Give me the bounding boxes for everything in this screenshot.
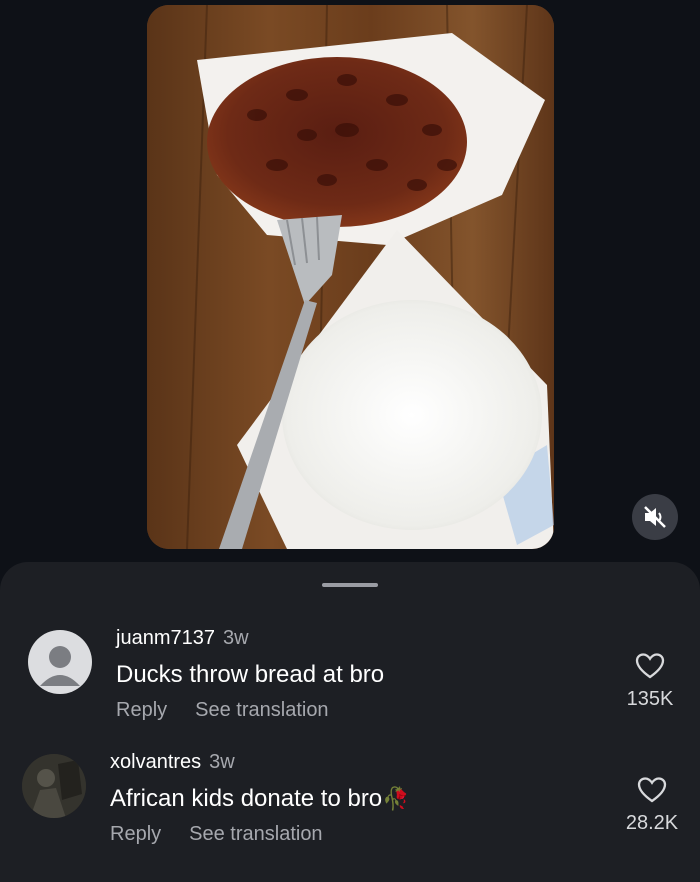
reply-button[interactable]: Reply xyxy=(110,823,161,845)
heart-icon xyxy=(637,777,667,803)
comment-username[interactable]: xolvantres xyxy=(110,751,201,773)
wilted-rose-emoji: 🥀 xyxy=(382,786,410,811)
drag-handle[interactable] xyxy=(322,583,378,587)
like-button[interactable]: 28.2K xyxy=(617,776,687,835)
mute-button[interactable] xyxy=(632,494,678,540)
default-avatar-icon[interactable] xyxy=(28,630,92,694)
comment-username[interactable]: juanm7137 xyxy=(116,627,215,649)
reply-button[interactable]: Reply xyxy=(116,699,167,721)
like-count: 28.2K xyxy=(625,812,679,834)
comment-text: African kids donate to bro xyxy=(110,785,383,812)
like-button[interactable]: 135K xyxy=(615,652,685,711)
heart-icon xyxy=(635,653,665,679)
food-photo xyxy=(147,5,554,549)
comment-time: 3w xyxy=(222,627,249,649)
video-thumbnail[interactable] xyxy=(147,5,554,549)
comment-text: Ducks throw bread at bro xyxy=(116,661,385,688)
comment-time: 3w xyxy=(209,751,235,773)
like-count: 135K xyxy=(626,688,674,710)
see-translation-button[interactable]: See translation xyxy=(189,823,322,845)
see-translation-button[interactable]: See translation xyxy=(195,699,328,721)
photo-avatar-icon[interactable] xyxy=(22,754,86,818)
comments-sheet: juanm7137 3w Ducks throw bread at bro Rep… xyxy=(0,562,700,882)
speaker-muted-icon xyxy=(644,506,666,528)
